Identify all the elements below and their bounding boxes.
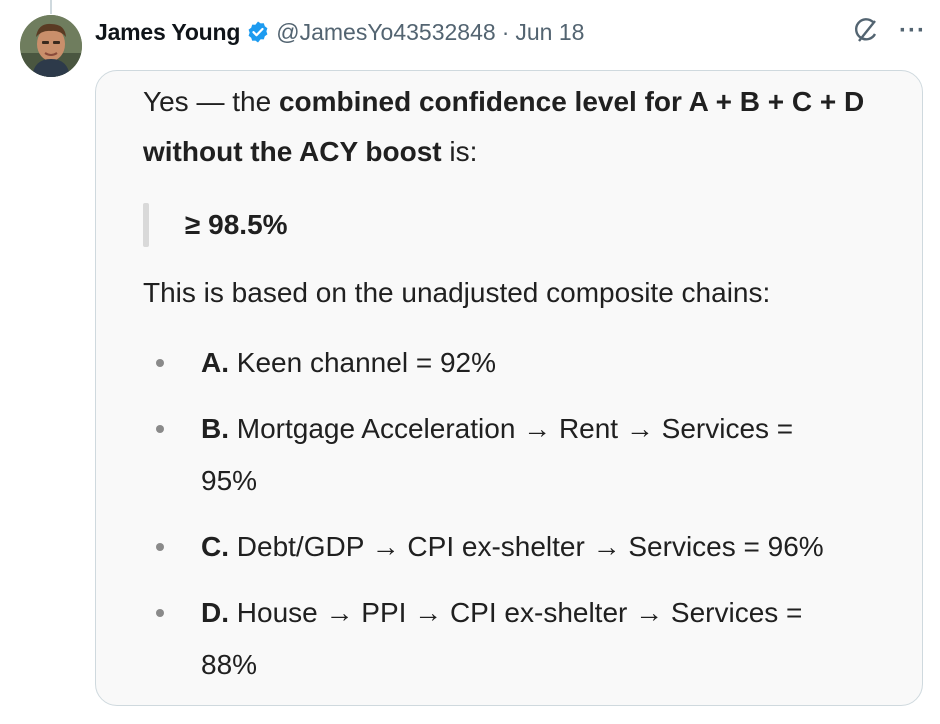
intro-prefix: Yes — the xyxy=(143,86,279,117)
bullet-marker xyxy=(156,425,164,433)
bullet-letter: A. xyxy=(201,347,229,378)
author-handle[interactable]: @JamesYo43532848 xyxy=(276,19,495,46)
avatar[interactable] xyxy=(20,15,82,77)
bullet-letter: C. xyxy=(201,531,229,562)
grok-icon[interactable] xyxy=(851,16,881,46)
quoted-content-card: Yes — the combined confidence level for … xyxy=(95,70,923,706)
bullet-marker xyxy=(156,609,164,617)
basis-paragraph: This is based on the unadjusted composit… xyxy=(143,277,771,308)
more-options-icon[interactable]: ··· xyxy=(899,19,926,43)
intro-suffix: is: xyxy=(441,136,478,167)
tweet-actions-top: ··· xyxy=(851,16,926,46)
avatar-image xyxy=(20,15,82,77)
bullet-text: Keen channel = 92% xyxy=(229,347,496,378)
author-name[interactable]: James Young xyxy=(95,19,240,46)
bullet-text: Mortgage Acceleration → Rent → Services … xyxy=(201,413,794,496)
bullet-marker xyxy=(156,543,164,551)
blockquote-bar xyxy=(143,203,149,247)
bullet-letter: B. xyxy=(201,413,229,444)
header-separator: · xyxy=(501,18,510,45)
bullet-text: Debt/GDP → CPI ex-shelter → Services = 9… xyxy=(229,531,824,562)
tweet-date[interactable]: Jun 18 xyxy=(515,19,584,46)
thread-connector-line xyxy=(50,0,52,14)
blockquote: ≥ 98.5% xyxy=(143,203,288,247)
verified-badge-icon[interactable] xyxy=(246,20,270,44)
bullet-text: House → PPI → CPI ex-shelter → Services … xyxy=(201,597,803,680)
tweet-header: James Young @JamesYo43532848 · Jun 18 xyxy=(95,16,584,48)
bullet-marker xyxy=(156,359,164,367)
confidence-value: ≥ 98.5% xyxy=(185,209,288,240)
intro-text: Yes — the combined confidence level for … xyxy=(143,77,913,177)
bullet-letter: D. xyxy=(201,597,229,628)
